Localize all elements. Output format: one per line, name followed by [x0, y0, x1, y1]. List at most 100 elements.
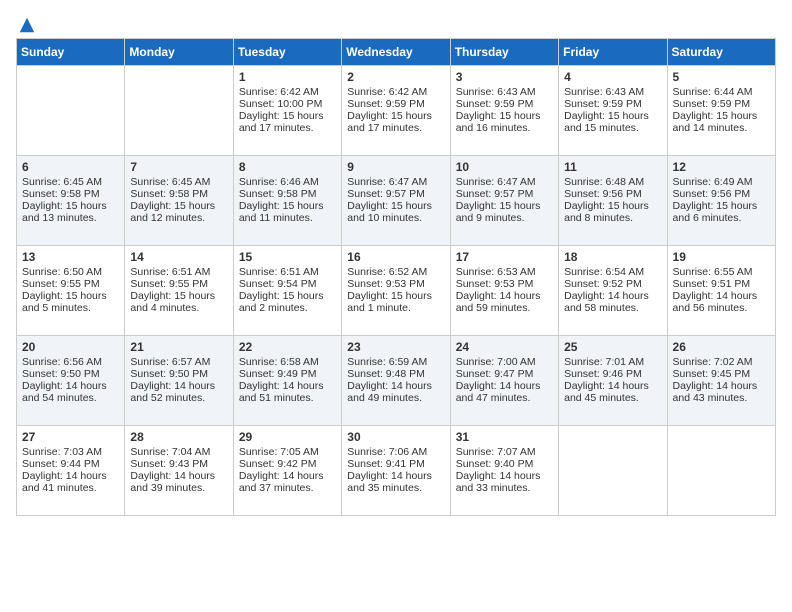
weekday-header: Saturday [667, 39, 775, 66]
day-number: 30 [347, 430, 444, 444]
sunset-text: Sunset: 9:45 PM [673, 368, 751, 380]
calendar-cell: 2Sunrise: 6:42 AMSunset: 9:59 PMDaylight… [342, 66, 450, 156]
sunset-text: Sunset: 9:57 PM [347, 188, 425, 200]
daylight-text: Daylight: 14 hours and 58 minutes. [564, 290, 649, 314]
calendar-cell: 23Sunrise: 6:59 AMSunset: 9:48 PMDayligh… [342, 336, 450, 426]
daylight-text: Daylight: 14 hours and 49 minutes. [347, 380, 432, 404]
daylight-text: Daylight: 15 hours and 13 minutes. [22, 200, 107, 224]
daylight-text: Daylight: 14 hours and 56 minutes. [673, 290, 758, 314]
calendar-cell: 30Sunrise: 7:06 AMSunset: 9:41 PMDayligh… [342, 426, 450, 516]
sunset-text: Sunset: 9:40 PM [456, 458, 534, 470]
sunrise-text: Sunrise: 6:45 AM [22, 176, 102, 188]
daylight-text: Daylight: 15 hours and 17 minutes. [239, 110, 324, 134]
sunrise-text: Sunrise: 6:44 AM [673, 86, 753, 98]
weekday-header: Tuesday [233, 39, 341, 66]
calendar-week-row: 6Sunrise: 6:45 AMSunset: 9:58 PMDaylight… [17, 156, 776, 246]
sunset-text: Sunset: 9:49 PM [239, 368, 317, 380]
sunset-text: Sunset: 9:59 PM [456, 98, 534, 110]
calendar-cell [125, 66, 233, 156]
day-number: 20 [22, 340, 119, 354]
calendar-cell: 4Sunrise: 6:43 AMSunset: 9:59 PMDaylight… [559, 66, 667, 156]
weekday-header: Thursday [450, 39, 558, 66]
day-number: 26 [673, 340, 770, 354]
sunrise-text: Sunrise: 7:04 AM [130, 446, 210, 458]
daylight-text: Daylight: 14 hours and 59 minutes. [456, 290, 541, 314]
calendar-table: SundayMondayTuesdayWednesdayThursdayFrid… [16, 38, 776, 516]
sunrise-text: Sunrise: 7:05 AM [239, 446, 319, 458]
sunrise-text: Sunrise: 6:55 AM [673, 266, 753, 278]
calendar-cell: 14Sunrise: 6:51 AMSunset: 9:55 PMDayligh… [125, 246, 233, 336]
day-number: 6 [22, 160, 119, 174]
weekday-header: Wednesday [342, 39, 450, 66]
day-number: 11 [564, 160, 661, 174]
daylight-text: Daylight: 15 hours and 15 minutes. [564, 110, 649, 134]
daylight-text: Daylight: 15 hours and 12 minutes. [130, 200, 215, 224]
calendar-cell: 21Sunrise: 6:57 AMSunset: 9:50 PMDayligh… [125, 336, 233, 426]
day-number: 12 [673, 160, 770, 174]
day-number: 15 [239, 250, 336, 264]
calendar-cell: 3Sunrise: 6:43 AMSunset: 9:59 PMDaylight… [450, 66, 558, 156]
daylight-text: Daylight: 15 hours and 10 minutes. [347, 200, 432, 224]
sunset-text: Sunset: 9:53 PM [456, 278, 534, 290]
calendar-cell: 24Sunrise: 7:00 AMSunset: 9:47 PMDayligh… [450, 336, 558, 426]
calendar-cell: 27Sunrise: 7:03 AMSunset: 9:44 PMDayligh… [17, 426, 125, 516]
sunrise-text: Sunrise: 7:01 AM [564, 356, 644, 368]
day-number: 4 [564, 70, 661, 84]
sunset-text: Sunset: 9:55 PM [130, 278, 208, 290]
day-number: 13 [22, 250, 119, 264]
day-number: 7 [130, 160, 227, 174]
calendar-cell: 11Sunrise: 6:48 AMSunset: 9:56 PMDayligh… [559, 156, 667, 246]
weekday-header: Friday [559, 39, 667, 66]
sunset-text: Sunset: 9:56 PM [564, 188, 642, 200]
sunrise-text: Sunrise: 6:49 AM [673, 176, 753, 188]
daylight-text: Daylight: 15 hours and 2 minutes. [239, 290, 324, 314]
calendar-cell: 16Sunrise: 6:52 AMSunset: 9:53 PMDayligh… [342, 246, 450, 336]
daylight-text: Daylight: 15 hours and 9 minutes. [456, 200, 541, 224]
page-header [16, 16, 776, 30]
calendar-cell: 18Sunrise: 6:54 AMSunset: 9:52 PMDayligh… [559, 246, 667, 336]
day-number: 8 [239, 160, 336, 174]
calendar-cell: 22Sunrise: 6:58 AMSunset: 9:49 PMDayligh… [233, 336, 341, 426]
calendar-cell: 20Sunrise: 6:56 AMSunset: 9:50 PMDayligh… [17, 336, 125, 426]
day-number: 24 [456, 340, 553, 354]
sunset-text: Sunset: 9:43 PM [130, 458, 208, 470]
day-number: 21 [130, 340, 227, 354]
sunset-text: Sunset: 9:51 PM [673, 278, 751, 290]
day-number: 2 [347, 70, 444, 84]
daylight-text: Daylight: 14 hours and 52 minutes. [130, 380, 215, 404]
sunset-text: Sunset: 9:58 PM [22, 188, 100, 200]
daylight-text: Daylight: 14 hours and 47 minutes. [456, 380, 541, 404]
sunrise-text: Sunrise: 7:00 AM [456, 356, 536, 368]
sunrise-text: Sunrise: 6:58 AM [239, 356, 319, 368]
sunrise-text: Sunrise: 6:43 AM [456, 86, 536, 98]
sunrise-text: Sunrise: 7:06 AM [347, 446, 427, 458]
sunrise-text: Sunrise: 6:53 AM [456, 266, 536, 278]
calendar-cell: 19Sunrise: 6:55 AMSunset: 9:51 PMDayligh… [667, 246, 775, 336]
day-number: 16 [347, 250, 444, 264]
day-number: 9 [347, 160, 444, 174]
daylight-text: Daylight: 15 hours and 4 minutes. [130, 290, 215, 314]
sunrise-text: Sunrise: 6:47 AM [347, 176, 427, 188]
sunset-text: Sunset: 9:50 PM [130, 368, 208, 380]
calendar-cell: 17Sunrise: 6:53 AMSunset: 9:53 PMDayligh… [450, 246, 558, 336]
calendar-cell: 31Sunrise: 7:07 AMSunset: 9:40 PMDayligh… [450, 426, 558, 516]
logo-icon [18, 16, 36, 34]
sunrise-text: Sunrise: 6:51 AM [239, 266, 319, 278]
daylight-text: Daylight: 14 hours and 39 minutes. [130, 470, 215, 494]
sunrise-text: Sunrise: 6:59 AM [347, 356, 427, 368]
day-number: 29 [239, 430, 336, 444]
weekday-header: Sunday [17, 39, 125, 66]
day-number: 31 [456, 430, 553, 444]
calendar-cell: 5Sunrise: 6:44 AMSunset: 9:59 PMDaylight… [667, 66, 775, 156]
sunset-text: Sunset: 9:53 PM [347, 278, 425, 290]
sunset-text: Sunset: 9:52 PM [564, 278, 642, 290]
daylight-text: Daylight: 14 hours and 51 minutes. [239, 380, 324, 404]
sunset-text: Sunset: 9:59 PM [564, 98, 642, 110]
calendar-cell: 29Sunrise: 7:05 AMSunset: 9:42 PMDayligh… [233, 426, 341, 516]
calendar-cell: 8Sunrise: 6:46 AMSunset: 9:58 PMDaylight… [233, 156, 341, 246]
calendar-cell: 15Sunrise: 6:51 AMSunset: 9:54 PMDayligh… [233, 246, 341, 336]
day-number: 3 [456, 70, 553, 84]
daylight-text: Daylight: 14 hours and 41 minutes. [22, 470, 107, 494]
sunrise-text: Sunrise: 7:02 AM [673, 356, 753, 368]
day-number: 18 [564, 250, 661, 264]
